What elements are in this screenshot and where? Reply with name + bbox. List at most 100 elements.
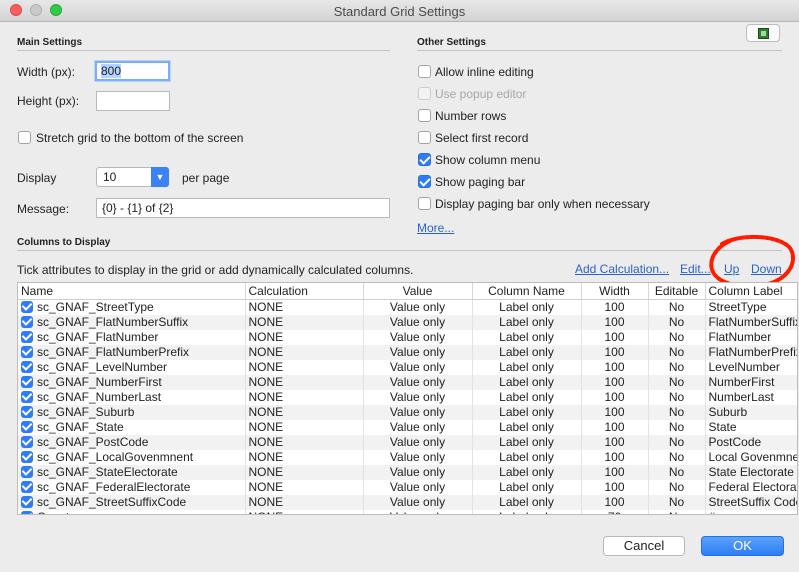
row-include-checkbox[interactable] xyxy=(21,466,33,478)
cell-editable: No xyxy=(648,449,706,465)
cell-column-name: Label only xyxy=(472,464,582,480)
stretch-grid-label: Stretch grid to the bottom of the screen xyxy=(36,131,244,145)
row-include-checkbox[interactable] xyxy=(21,511,33,514)
table-row[interactable]: sc_GNAF_PostCode NONE Value only Label only… xyxy=(18,434,797,450)
cell-value: Value only xyxy=(363,314,473,330)
table-row[interactable]: sc_GNAF_FlatNumber NONE Value only Label on… xyxy=(18,329,797,345)
cell-column-label: StreetType xyxy=(705,299,797,315)
message-input[interactable]: {0} - {1} of {2} xyxy=(96,198,390,218)
header-editable[interactable]: Editable xyxy=(648,283,706,300)
cell-name: sc_GNAF_StreetSuffixCode xyxy=(18,494,246,510)
cell-column-name: Label only xyxy=(472,494,582,510)
cell-column-label: NumberLast xyxy=(705,389,797,405)
row-include-checkbox[interactable] xyxy=(21,436,33,448)
cell-width: 100 xyxy=(581,419,649,435)
row-include-checkbox[interactable] xyxy=(21,421,33,433)
cell-calculation: NONE xyxy=(245,449,364,465)
use-popup-editor-checkbox[interactable] xyxy=(418,87,431,100)
table-row[interactable]: sc_GNAF_NumberLast NONE Value only Label on… xyxy=(18,389,797,405)
edit-link[interactable]: Edit... xyxy=(680,262,711,276)
cell-editable: No xyxy=(648,299,706,315)
show-paging-bar-checkbox[interactable] xyxy=(418,175,431,188)
cell-editable: No xyxy=(648,404,706,420)
cell-column-label: FlatNumber xyxy=(705,329,797,345)
cell-width: 100 xyxy=(581,479,649,495)
paging-bar-when-necessary-checkbox[interactable] xyxy=(418,197,431,210)
width-input[interactable]: 800 xyxy=(95,61,170,81)
row-name-text: sc_GNAF_PostCode xyxy=(37,435,149,449)
cell-name: sc_GNAF_StreetType xyxy=(18,299,246,315)
window-title: Standard Grid Settings xyxy=(333,4,466,19)
move-down-link[interactable]: Down xyxy=(751,262,782,276)
table-row[interactable]: sc_GNAF_FlatNumberSuffix NONE Value only La… xyxy=(18,314,797,330)
show-column-menu-checkbox[interactable] xyxy=(418,153,431,166)
cell-editable: No xyxy=(648,419,706,435)
cell-calculation: NONE xyxy=(245,434,364,450)
columns-grid[interactable]: Name Calculation Value Column Name Width… xyxy=(17,282,798,515)
header-column-label[interactable]: Column Label xyxy=(705,283,797,300)
table-row[interactable]: sc_GNAF_LevelNumber NONE Value only Label o… xyxy=(18,359,797,375)
cell-column-name: Label only xyxy=(472,374,582,390)
cell-width: 100 xyxy=(581,299,649,315)
cell-width: 100 xyxy=(581,329,649,345)
select-first-record-checkbox[interactable] xyxy=(418,131,431,144)
cell-width: 100 xyxy=(581,494,649,510)
table-row[interactable]: sc_GNAF_StateElectorate NONE Value only Lab… xyxy=(18,464,797,480)
header-calculation[interactable]: Calculation xyxy=(245,283,364,300)
move-up-link[interactable]: Up xyxy=(724,262,739,276)
row-include-checkbox[interactable] xyxy=(21,376,33,388)
table-row[interactable]: sc_GNAF_StreetSuffixCode NONE Value only La… xyxy=(18,494,797,510)
show-column-menu-label: Show column menu xyxy=(435,153,541,167)
row-name-text: sc_GNAF_LevelNumber xyxy=(37,360,168,374)
row-name-text: sc_GNAF_FlatNumberSuffix xyxy=(37,315,189,329)
table-row[interactable]: sc_GNAF_FederalElectorate NONE Value only L… xyxy=(18,479,797,495)
grid-header-row: Name Calculation Value Column Name Width… xyxy=(18,283,797,300)
cell-editable: No xyxy=(648,359,706,375)
table-row[interactable]: sc_GNAF_LocalGovenmnent NONE Value only Lab… xyxy=(18,449,797,465)
cell-column-name: Label only xyxy=(472,479,582,495)
cell-value: Value only xyxy=(363,389,473,405)
row-include-checkbox[interactable] xyxy=(21,316,33,328)
header-column-name[interactable]: Column Name xyxy=(472,283,582,300)
row-include-checkbox[interactable] xyxy=(21,451,33,463)
table-row[interactable]: sc_GNAF_StreetType NONE Value only Label on… xyxy=(18,299,797,315)
header-value[interactable]: Value xyxy=(363,283,473,300)
stretch-grid-checkbox[interactable] xyxy=(18,131,31,144)
number-rows-checkbox[interactable] xyxy=(418,109,431,122)
allow-inline-editing-checkbox[interactable] xyxy=(418,65,431,78)
columns-instructions: Tick attributes to display in the grid o… xyxy=(17,263,414,277)
table-row[interactable]: sc_GNAF_NumberFirst NONE Value only Label o… xyxy=(18,374,797,390)
table-row[interactable]: sc_GNAF_State NONE Value only Label only 100… xyxy=(18,419,797,435)
cell-width: 100 xyxy=(581,374,649,390)
row-include-checkbox[interactable] xyxy=(21,331,33,343)
add-calculation-link[interactable]: Add Calculation... xyxy=(575,262,669,276)
header-name[interactable]: Name xyxy=(18,283,246,300)
cell-name: sc_GNAF_Suburb xyxy=(18,404,246,420)
height-input[interactable] xyxy=(96,91,170,111)
use-popup-editor-label: Use popup editor xyxy=(435,87,527,101)
table-row[interactable]: Counter NONEValue onlyLabel only70No# xyxy=(18,509,797,514)
row-name-text: sc_GNAF_StreetType xyxy=(37,300,154,315)
cell-value: Value only xyxy=(363,479,473,495)
cell-name: sc_GNAF_FlatNumberSuffix xyxy=(18,314,246,330)
film-strip-button[interactable] xyxy=(746,24,780,42)
row-include-checkbox[interactable] xyxy=(21,406,33,418)
row-include-checkbox[interactable] xyxy=(21,346,33,358)
row-include-checkbox[interactable] xyxy=(21,481,33,493)
more-link[interactable]: More... xyxy=(417,221,454,235)
cancel-button[interactable]: Cancel xyxy=(603,536,685,556)
cell-column-name: Label only xyxy=(472,314,582,330)
cell-editable: No xyxy=(648,509,706,514)
row-include-checkbox[interactable] xyxy=(21,496,33,508)
row-include-checkbox[interactable] xyxy=(21,301,33,314)
page-size-select[interactable]: 10 ▼ xyxy=(96,167,169,187)
cell-value: Value only xyxy=(363,434,473,450)
row-include-checkbox[interactable] xyxy=(21,391,33,403)
table-row[interactable]: sc_GNAF_FlatNumberPrefix NONE Value only La… xyxy=(18,344,797,360)
header-width[interactable]: Width xyxy=(581,283,649,300)
table-row[interactable]: sc_GNAF_Suburb NONE Value only Label only 10… xyxy=(18,404,797,420)
ok-button[interactable]: OK xyxy=(701,536,784,556)
cell-value: Value only xyxy=(363,329,473,345)
row-include-checkbox[interactable] xyxy=(21,361,33,373)
cell-calculation: NONE xyxy=(245,329,364,345)
